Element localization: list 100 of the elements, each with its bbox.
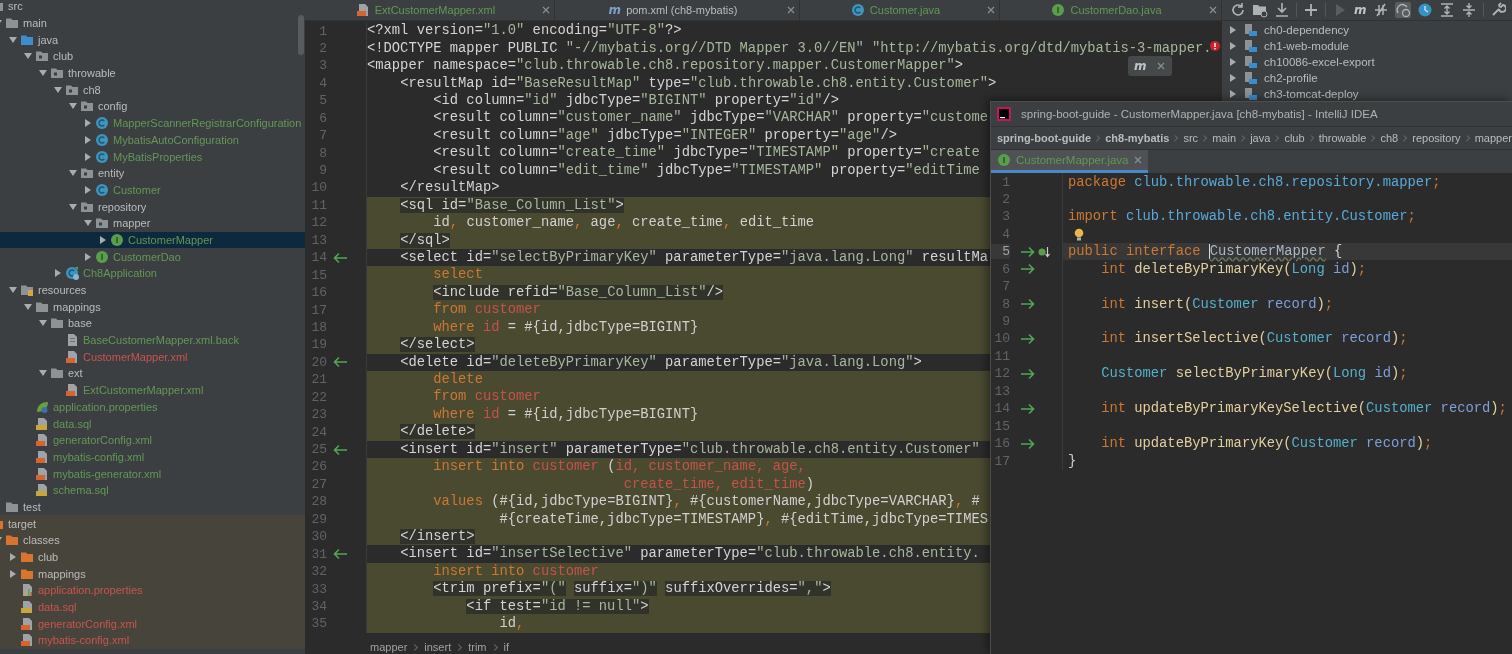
collapsed-arrow-icon[interactable]: [53, 268, 63, 279]
expanded-arrow-icon[interactable]: [23, 301, 33, 312]
tree-item[interactable]: test: [0, 498, 305, 516]
collapsed-arrow-icon[interactable]: [1228, 25, 1238, 35]
breadcrumb-item[interactable]: insert: [424, 641, 452, 653]
breadcrumb-item[interactable]: mapper: [1474, 132, 1512, 144]
maven-project-item[interactable]: ch2-profile: [1222, 70, 1512, 86]
tree-item[interactable]: ch8: [0, 81, 305, 99]
left-arrow-icon[interactable]: [332, 356, 348, 369]
expanded-arrow-icon[interactable]: [68, 201, 78, 212]
tree-item[interactable]: config: [0, 98, 305, 115]
breadcrumb-item[interactable]: ch8-mybatis: [1105, 132, 1170, 144]
close-icon[interactable]: [542, 6, 550, 14]
maven-reload-button[interactable]: m: [1134, 60, 1147, 72]
offline-toggle-icon[interactable]: [1394, 2, 1411, 18]
breadcrumb-item[interactable]: java: [1250, 132, 1271, 144]
tree-item[interactable]: mappings: [0, 298, 305, 316]
tree-item[interactable]: schema.sql: [0, 481, 305, 499]
close-icon[interactable]: [987, 6, 995, 14]
right-arrow-icon[interactable]: [1020, 367, 1035, 380]
right-arrow-icon[interactable]: [1020, 298, 1035, 311]
left-arrow-icon[interactable]: [332, 443, 348, 456]
collapsed-arrow-icon[interactable]: [8, 568, 18, 579]
refresh-icon[interactable]: [1230, 2, 1246, 18]
tree-item[interactable]: throwable: [0, 64, 305, 82]
tree-item[interactable]: classes: [0, 532, 305, 549]
tree-item[interactable]: MapperScannerRegistrarConfiguration: [0, 114, 305, 132]
breadcrumb-item[interactable]: trim: [468, 641, 487, 653]
tree-item[interactable]: application.properties: [0, 398, 305, 416]
editor-tab[interactable]: m pom.xml (ch8-mybatis): [555, 0, 800, 20]
circle-icon[interactable]: [1416, 2, 1433, 18]
tree-item[interactable]: mapper: [0, 214, 305, 232]
tree-item[interactable]: generatorConfig.xml: [0, 431, 305, 449]
collapse-all-icon[interactable]: [1460, 2, 1477, 18]
right-arrow-icon[interactable]: [1020, 437, 1035, 450]
tree-item[interactable]: resources: [0, 281, 305, 299]
breadcrumb-item[interactable]: main: [1212, 132, 1237, 144]
collapsed-arrow-icon[interactable]: [1228, 41, 1238, 51]
breadcrumb-item[interactable]: spring-boot-guide: [997, 132, 1092, 144]
expand-all-icon[interactable]: [1438, 2, 1455, 18]
tree-item[interactable]: mappings: [0, 565, 305, 583]
close-icon[interactable]: [1156, 62, 1165, 70]
tree-item[interactable]: club: [0, 48, 305, 65]
tree-item[interactable]: data.sql: [0, 415, 305, 432]
collapsed-arrow-icon[interactable]: [83, 134, 93, 145]
skip-tests-icon[interactable]: [1372, 2, 1389, 18]
implemented-icon[interactable]: [1038, 245, 1050, 258]
scrollbar[interactable]: [298, 15, 304, 55]
right-arrow-icon[interactable]: [1020, 402, 1035, 415]
right-arrow-icon[interactable]: [1020, 263, 1035, 276]
maven-goal-button[interactable]: m: [1354, 4, 1367, 16]
collapsed-arrow-icon[interactable]: [1228, 73, 1238, 83]
tree-item[interactable]: main: [0, 14, 305, 32]
collapsed-arrow-icon[interactable]: [83, 184, 93, 195]
close-icon[interactable]: [1209, 6, 1217, 14]
breadcrumb-item[interactable]: src: [1183, 132, 1199, 144]
tree-item[interactable]: Customer: [0, 181, 305, 199]
left-arrow-icon[interactable]: [332, 251, 348, 264]
editor-tab[interactable]: Customer.java: [800, 0, 1000, 20]
collapsed-arrow-icon[interactable]: [1228, 57, 1238, 67]
maven-project-item[interactable]: ch10086-excel-export: [1222, 54, 1512, 70]
tree-item[interactable]: entity: [0, 164, 305, 182]
maven-project-item[interactable]: ch1-web-module: [1222, 38, 1512, 54]
right-arrow-icon[interactable]: [1020, 332, 1035, 345]
collapsed-arrow-icon[interactable]: [83, 251, 93, 262]
tree-item[interactable]: MyBatisProperties: [0, 148, 305, 165]
expanded-arrow-icon[interactable]: [8, 34, 18, 45]
bulb-icon[interactable]: [1074, 227, 1084, 241]
tree-item[interactable]: ext: [0, 365, 305, 382]
tree-item[interactable]: base: [0, 315, 305, 332]
tree-item[interactable]: target: [0, 515, 305, 532]
collapsed-arrow-icon[interactable]: [83, 118, 93, 129]
tree-item[interactable]: repository: [0, 198, 305, 215]
right-arrow-icon[interactable]: [1020, 245, 1035, 258]
close-icon[interactable]: [787, 6, 795, 14]
collapsed-arrow-icon[interactable]: [98, 234, 108, 245]
breadcrumb-item[interactable]: if: [503, 641, 510, 653]
maven-project-item[interactable]: ch0-dependency: [1222, 22, 1512, 38]
collapsed-arrow-icon[interactable]: [8, 552, 18, 563]
error-icon[interactable]: [1210, 41, 1220, 51]
tree-item[interactable]: MybatisAutoConfiguration: [0, 131, 305, 149]
download-icon[interactable]: [1274, 2, 1290, 18]
tree-item[interactable]: java: [0, 31, 305, 49]
tree-item[interactable]: CustomerDao: [0, 248, 305, 265]
tree-item[interactable]: BaseCustomerMapper.xml.back: [0, 331, 305, 349]
plus-icon[interactable]: [1303, 2, 1319, 18]
breadcrumb-item[interactable]: throwable: [1318, 132, 1367, 144]
add-folder-icon[interactable]: [1252, 2, 1268, 18]
tree-item[interactable]: CustomerMapper: [0, 231, 305, 249]
breadcrumb-item[interactable]: ch8: [1380, 132, 1399, 144]
tree-item[interactable]: src: [0, 0, 305, 15]
collapsed-arrow-icon[interactable]: [1228, 89, 1238, 99]
collapsed-arrow-icon[interactable]: [83, 151, 93, 162]
tree-item[interactable]: ExtCustomerMapper.xml: [0, 381, 305, 399]
left-arrow-icon[interactable]: [332, 548, 348, 561]
breadcrumb-item[interactable]: club: [1284, 132, 1305, 144]
tree-item[interactable]: Ch8Application: [0, 265, 305, 282]
maven-project-item[interactable]: ch3-tomcat-deploy: [1222, 86, 1512, 102]
breadcrumb-item[interactable]: repository: [1412, 132, 1461, 144]
expanded-arrow-icon[interactable]: [53, 84, 63, 95]
